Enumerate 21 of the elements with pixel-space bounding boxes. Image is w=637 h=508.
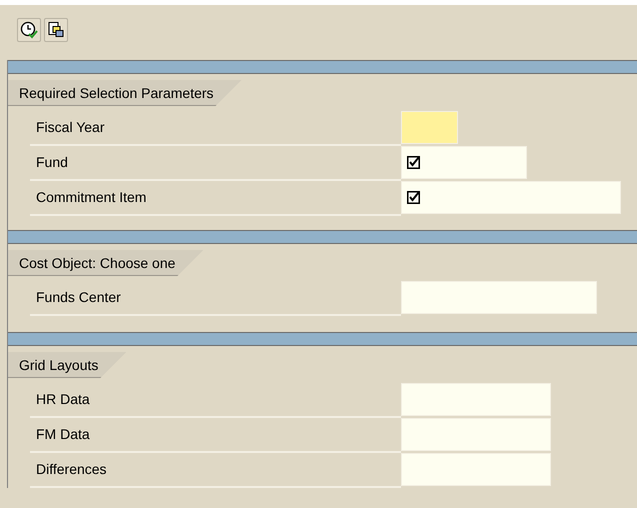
field-label: Differences bbox=[36, 460, 107, 479]
section-header: Required Selection Parameters bbox=[8, 80, 242, 106]
field-label: HR Data bbox=[36, 390, 90, 409]
field-label: Fiscal Year bbox=[36, 118, 104, 137]
section-header: Cost Object: Choose one bbox=[8, 250, 204, 276]
input-field[interactable] bbox=[401, 453, 551, 486]
execute-button[interactable] bbox=[17, 18, 41, 42]
checkbox-field[interactable] bbox=[401, 181, 621, 214]
clock-check-icon bbox=[20, 20, 38, 38]
copy-button[interactable] bbox=[44, 18, 68, 42]
field-label: Commitment Item bbox=[36, 188, 146, 207]
checkbox-field[interactable] bbox=[401, 146, 527, 179]
section-header: Grid Layouts bbox=[8, 352, 126, 378]
documents-icon bbox=[47, 20, 65, 38]
field-label: Funds Center bbox=[36, 288, 121, 307]
field-label: FM Data bbox=[36, 425, 90, 444]
input-field[interactable] bbox=[401, 111, 458, 144]
input-field[interactable] bbox=[401, 383, 551, 416]
input-field[interactable] bbox=[401, 418, 551, 451]
input-field[interactable] bbox=[401, 281, 597, 314]
field-label: Fund bbox=[36, 153, 68, 172]
